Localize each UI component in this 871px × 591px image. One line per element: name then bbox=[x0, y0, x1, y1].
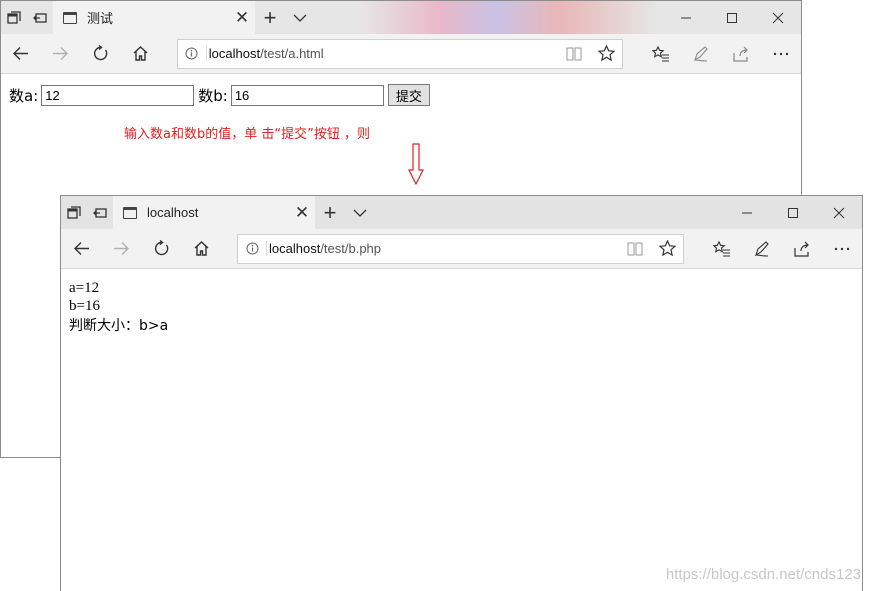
url-text[interactable]: localhost/test/b.php bbox=[266, 241, 619, 256]
home-icon[interactable] bbox=[181, 229, 221, 269]
more-icon[interactable] bbox=[822, 229, 862, 269]
pen-icon[interactable] bbox=[681, 34, 721, 74]
maximize-icon[interactable] bbox=[709, 1, 755, 34]
label-a: 数a: bbox=[9, 86, 39, 105]
tab-title: 测试 bbox=[87, 11, 114, 26]
set-aside-icon[interactable] bbox=[87, 196, 113, 229]
back-icon[interactable] bbox=[61, 229, 101, 269]
output-line-a: a=12 bbox=[69, 280, 100, 296]
page-icon bbox=[63, 11, 77, 24]
input-a[interactable] bbox=[41, 84, 195, 106]
address-bar[interactable]: localhost/test/a.html bbox=[176, 38, 624, 69]
input-b[interactable] bbox=[230, 84, 384, 106]
star-icon[interactable] bbox=[590, 45, 622, 62]
pen-icon[interactable] bbox=[742, 229, 782, 269]
minimize-icon[interactable] bbox=[724, 196, 770, 229]
title-bar: localhost ✕ + bbox=[61, 196, 862, 229]
submit-button[interactable]: 提交 bbox=[387, 84, 430, 106]
more-icon[interactable] bbox=[761, 34, 801, 74]
url-text[interactable]: localhost/test/a.html bbox=[205, 46, 558, 61]
output-line-b: b=16 bbox=[69, 298, 100, 314]
refresh-icon[interactable] bbox=[141, 229, 181, 269]
minimize-icon[interactable] bbox=[663, 1, 709, 34]
tab-active[interactable]: localhost ✕ bbox=[113, 196, 315, 229]
annotation-text: 输入数a和数b的值，单 击“提交”按钮 ，则 bbox=[124, 127, 370, 142]
browser-window-b: localhost ✕ + localhost/test/b.php a=12 … bbox=[60, 195, 863, 591]
close-icon[interactable]: ✕ bbox=[229, 1, 255, 34]
reading-view-icon[interactable] bbox=[558, 47, 590, 61]
favorites-icon[interactable] bbox=[702, 229, 742, 269]
info-icon[interactable] bbox=[238, 242, 266, 255]
down-arrow-icon bbox=[408, 143, 424, 185]
new-tab-icon[interactable]: + bbox=[255, 1, 285, 34]
chevron-down-icon[interactable] bbox=[345, 196, 375, 229]
tab-title: localhost bbox=[147, 205, 199, 220]
favorites-icon[interactable] bbox=[641, 34, 681, 74]
watermark: https://blog.csdn.net/cnds123 bbox=[665, 566, 861, 583]
output-line-judge: 判断大小：b>a bbox=[69, 318, 169, 334]
maximize-icon[interactable] bbox=[770, 196, 816, 229]
nav-bar: localhost/test/b.php bbox=[61, 229, 862, 269]
close-window-icon[interactable] bbox=[755, 1, 801, 34]
tab-active[interactable]: 测试 ✕ bbox=[53, 1, 255, 34]
nav-bar: localhost/test/a.html bbox=[1, 34, 801, 74]
number-form: 数a: 数b: 提交 bbox=[9, 84, 793, 106]
share-icon[interactable] bbox=[721, 34, 761, 74]
new-tab-icon[interactable]: + bbox=[315, 196, 345, 229]
page-content-b: a=12 b=16 判断大小：b>a bbox=[61, 269, 862, 345]
star-icon[interactable] bbox=[651, 240, 683, 257]
back-icon[interactable] bbox=[1, 34, 41, 74]
close-icon[interactable]: ✕ bbox=[289, 196, 315, 229]
tab-actions-icon[interactable] bbox=[1, 1, 27, 34]
forward-icon[interactable] bbox=[41, 34, 81, 74]
title-bar: 测试 ✕ + bbox=[1, 1, 801, 34]
home-icon[interactable] bbox=[121, 34, 161, 74]
chevron-down-icon[interactable] bbox=[285, 1, 315, 34]
reading-view-icon[interactable] bbox=[619, 242, 651, 256]
label-b: 数b: bbox=[198, 86, 228, 105]
page-content-a: 数a: 数b: 提交 bbox=[1, 74, 801, 116]
tab-actions-icon[interactable] bbox=[61, 196, 87, 229]
share-icon[interactable] bbox=[782, 229, 822, 269]
forward-icon[interactable] bbox=[101, 229, 141, 269]
address-bar[interactable]: localhost/test/b.php bbox=[237, 233, 684, 264]
refresh-icon[interactable] bbox=[81, 34, 121, 74]
set-aside-icon[interactable] bbox=[27, 1, 53, 34]
page-icon bbox=[123, 206, 137, 219]
info-icon[interactable] bbox=[178, 47, 206, 60]
close-window-icon[interactable] bbox=[816, 196, 862, 229]
